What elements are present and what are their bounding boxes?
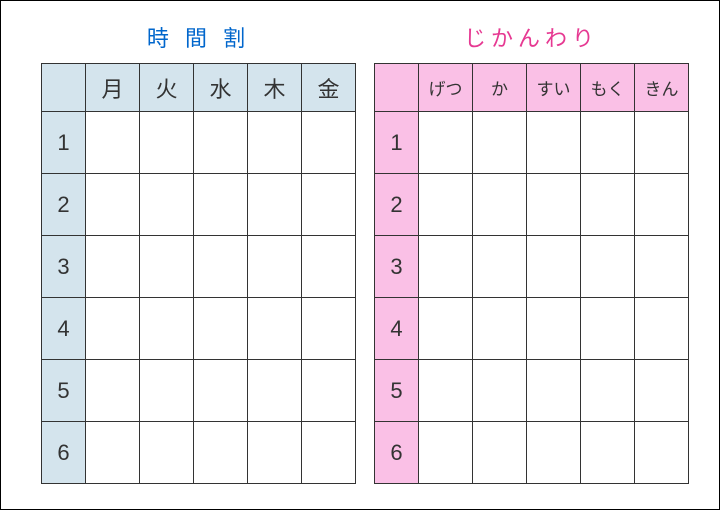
timetable-cell bbox=[473, 112, 527, 174]
corner-cell bbox=[42, 64, 86, 112]
timetable-cell bbox=[302, 174, 356, 236]
timetable-cell bbox=[302, 360, 356, 422]
day-header: か bbox=[473, 64, 527, 112]
timetable-title: 時 間 割 bbox=[41, 21, 356, 53]
timetable-cell bbox=[248, 174, 302, 236]
day-header: もく bbox=[581, 64, 635, 112]
timetable-hiragana: じかんわり げつ か すい もく きん 1 2 3 4 5 6 bbox=[374, 21, 689, 479]
period-header: 3 bbox=[375, 236, 419, 298]
timetable-cell bbox=[581, 236, 635, 298]
timetable-cell bbox=[140, 112, 194, 174]
timetable-cell bbox=[302, 422, 356, 484]
timetable-cell bbox=[635, 298, 689, 360]
period-header: 6 bbox=[375, 422, 419, 484]
timetable-cell bbox=[635, 360, 689, 422]
timetable-cell bbox=[302, 112, 356, 174]
period-header: 4 bbox=[42, 298, 86, 360]
timetable-cell bbox=[527, 360, 581, 422]
timetable-cell bbox=[419, 236, 473, 298]
timetable-grid: げつ か すい もく きん 1 2 3 4 5 6 bbox=[374, 63, 689, 484]
timetable-cell bbox=[86, 360, 140, 422]
timetable-cell bbox=[581, 298, 635, 360]
timetable-cell bbox=[527, 236, 581, 298]
timetable-cell bbox=[581, 174, 635, 236]
period-header: 5 bbox=[42, 360, 86, 422]
day-header: げつ bbox=[419, 64, 473, 112]
timetable-cell bbox=[473, 422, 527, 484]
timetable-cell bbox=[473, 236, 527, 298]
timetable-title: じかんわり bbox=[374, 21, 689, 53]
timetable-cell bbox=[86, 298, 140, 360]
period-header: 2 bbox=[42, 174, 86, 236]
timetable-grid: 月 火 水 木 金 1 2 3 4 5 6 bbox=[41, 63, 356, 484]
period-header: 1 bbox=[42, 112, 86, 174]
day-header: 金 bbox=[302, 64, 356, 112]
timetable-cell bbox=[140, 236, 194, 298]
timetable-cell bbox=[248, 112, 302, 174]
timetable-cell bbox=[527, 174, 581, 236]
timetable-cell bbox=[194, 112, 248, 174]
timetable-cell bbox=[527, 298, 581, 360]
timetable-cell bbox=[473, 298, 527, 360]
timetable-cell bbox=[473, 174, 527, 236]
day-header: 月 bbox=[86, 64, 140, 112]
period-header: 2 bbox=[375, 174, 419, 236]
period-header: 5 bbox=[375, 360, 419, 422]
timetable-cell bbox=[635, 112, 689, 174]
timetable-cell bbox=[86, 236, 140, 298]
timetable-cell bbox=[419, 422, 473, 484]
timetable-cell bbox=[194, 298, 248, 360]
day-header: きん bbox=[635, 64, 689, 112]
timetable-cell bbox=[581, 422, 635, 484]
corner-cell bbox=[375, 64, 419, 112]
timetable-cell bbox=[527, 422, 581, 484]
period-header: 4 bbox=[375, 298, 419, 360]
timetable-cell bbox=[419, 112, 473, 174]
timetable-cell bbox=[194, 422, 248, 484]
timetable-cell bbox=[635, 174, 689, 236]
timetable-cell bbox=[248, 298, 302, 360]
timetable-cell bbox=[302, 236, 356, 298]
timetable-cell bbox=[419, 360, 473, 422]
timetable-cell bbox=[419, 174, 473, 236]
timetable-cell bbox=[473, 360, 527, 422]
timetable-cell bbox=[86, 112, 140, 174]
timetable-cell bbox=[527, 112, 581, 174]
period-header: 1 bbox=[375, 112, 419, 174]
timetable-cell bbox=[140, 298, 194, 360]
timetable-cell bbox=[302, 298, 356, 360]
timetable-cell bbox=[140, 174, 194, 236]
timetable-cell bbox=[194, 360, 248, 422]
timetable-cell bbox=[581, 112, 635, 174]
timetable-cell bbox=[635, 236, 689, 298]
timetable-cell bbox=[581, 360, 635, 422]
day-header: すい bbox=[527, 64, 581, 112]
timetable-cell bbox=[194, 174, 248, 236]
day-header: 水 bbox=[194, 64, 248, 112]
timetable-cell bbox=[248, 236, 302, 298]
timetable-cell bbox=[86, 174, 140, 236]
timetable-cell bbox=[635, 422, 689, 484]
day-header: 火 bbox=[140, 64, 194, 112]
timetable-kanji: 時 間 割 月 火 水 木 金 1 2 3 4 5 6 bbox=[41, 21, 356, 479]
period-header: 3 bbox=[42, 236, 86, 298]
timetable-cell bbox=[419, 298, 473, 360]
timetable-cell bbox=[86, 422, 140, 484]
timetable-cell bbox=[140, 360, 194, 422]
timetable-cell bbox=[194, 236, 248, 298]
timetable-cell bbox=[140, 422, 194, 484]
day-header: 木 bbox=[248, 64, 302, 112]
timetable-cell bbox=[248, 360, 302, 422]
period-header: 6 bbox=[42, 422, 86, 484]
timetable-cell bbox=[248, 422, 302, 484]
